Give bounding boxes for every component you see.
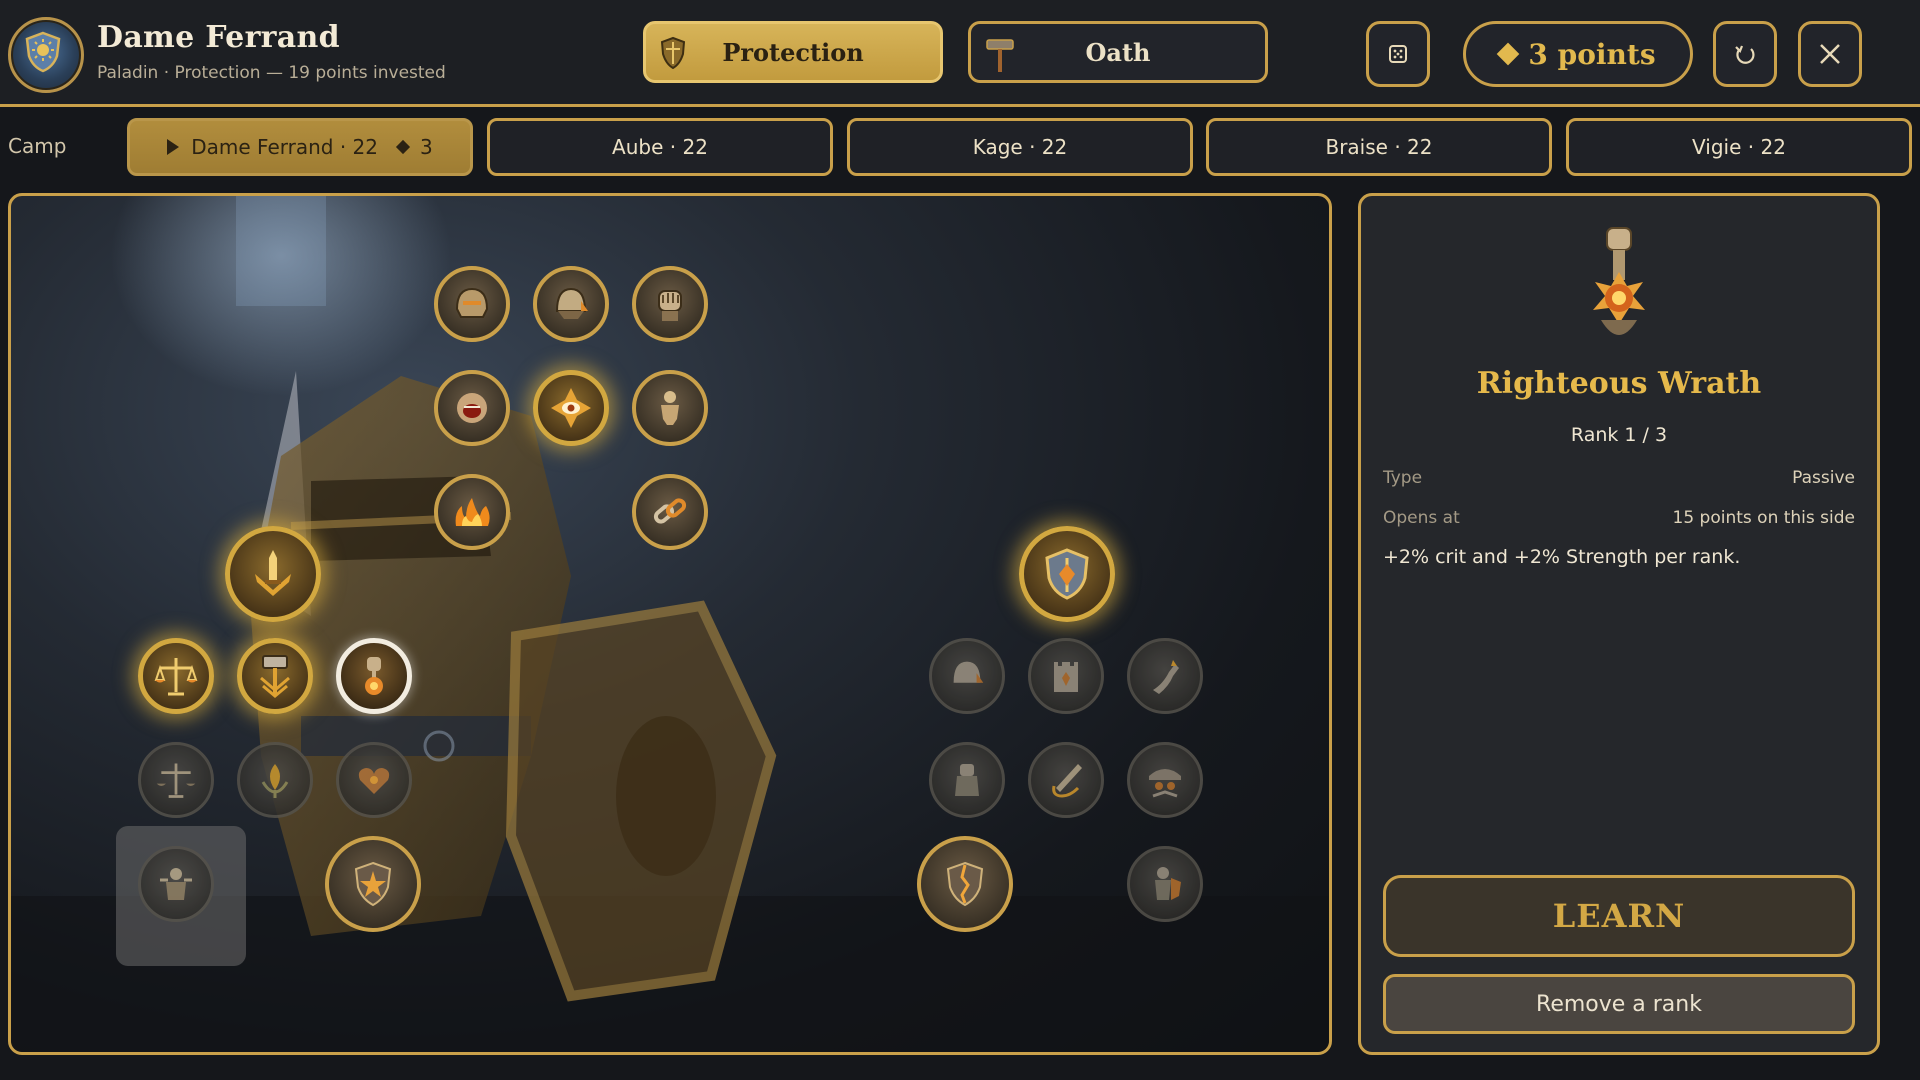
type-value: Passive [1792, 468, 1855, 488]
reset-button[interactable] [1713, 21, 1777, 87]
warrior-icon [1155, 867, 1181, 900]
available-points: 3 points [1463, 21, 1693, 87]
talent-node-stone-fist[interactable] [929, 742, 1005, 818]
shield-star-icon [354, 861, 392, 907]
point-diamond-icon [395, 139, 411, 155]
close-button[interactable] [1798, 21, 1862, 87]
fist-icon [1593, 227, 1645, 335]
camp-label: Camp [8, 134, 67, 158]
leaf-icon [261, 764, 289, 798]
fist-icon [365, 657, 383, 695]
eye-icon [551, 388, 591, 428]
helmet-icon [555, 287, 588, 319]
talent-node-chains[interactable] [632, 474, 708, 550]
character-crest [8, 17, 84, 93]
sun-shield-icon [25, 31, 61, 73]
top-bar: Dame Ferrand Paladin · Protection — 19 p… [0, 0, 1920, 107]
points-label: 3 points [1528, 37, 1656, 71]
talent-description: +2% crit and +2% Strength per rank. [1383, 546, 1741, 568]
talent-node-aegis[interactable] [1019, 526, 1115, 622]
scales-icon [156, 763, 196, 798]
talent-node-stalwart[interactable] [1127, 846, 1203, 922]
talent-node-vigilant-eye[interactable] [533, 370, 609, 446]
helm-icon [455, 287, 489, 318]
figure-icon [661, 391, 679, 425]
talent-node-bulwark-body[interactable] [632, 370, 708, 446]
hammer-icon [260, 655, 290, 698]
talent-node-rising-arm[interactable] [1127, 638, 1203, 714]
talent-node-hammer-blessing[interactable] [237, 638, 313, 714]
gauntlet-icon [658, 290, 682, 321]
randomize-button[interactable] [1366, 21, 1430, 87]
chain-icon [653, 498, 687, 524]
shield-icon [660, 36, 686, 70]
talent-node-radiant-sword[interactable] [225, 526, 321, 622]
talent-node-balance-2[interactable] [138, 742, 214, 818]
tower-icon [1054, 662, 1078, 692]
helmet-icon [953, 661, 984, 683]
opens-at-label: Opens at [1383, 508, 1460, 528]
party-member-name: Kage · 22 [972, 135, 1068, 159]
tab-protection[interactable]: Protection [643, 21, 943, 83]
talent-node-visor[interactable] [929, 638, 1005, 714]
party-member-kage[interactable]: Kage · 22 [847, 118, 1193, 176]
party-member-name: Aube · 22 [612, 135, 708, 159]
talent-node-sprout[interactable] [237, 742, 313, 818]
heart-icon [358, 768, 390, 794]
opens-at-value: 15 points on this side [1672, 508, 1855, 528]
talent-node-guardian[interactable] [138, 846, 214, 922]
party-member-aube[interactable]: Aube · 22 [487, 118, 833, 176]
talent-node-tower[interactable] [1028, 638, 1104, 714]
group-icon [1149, 769, 1181, 798]
party-member-name: Vigie · 22 [1692, 135, 1786, 159]
scales-icon [154, 658, 198, 696]
talent-detail-panel: Righteous Wrath Rank 1 / 3 Type Passive … [1358, 193, 1880, 1055]
learn-button[interactable]: LEARN [1383, 875, 1855, 957]
blade-icon [1052, 764, 1082, 798]
character-subtitle: Paladin · Protection — 19 points investe… [97, 63, 446, 83]
party-member-points: 3 [420, 135, 433, 159]
tab-oath[interactable]: Oath [968, 21, 1268, 83]
shout-icon [457, 393, 487, 423]
shield-icon [1045, 548, 1089, 600]
party-member-braise[interactable]: Braise · 22 [1206, 118, 1552, 176]
talent-node-burning-heart[interactable] [336, 742, 412, 818]
party-member-name: Braise · 22 [1325, 135, 1433, 159]
play-icon [167, 139, 180, 155]
talent-node-gauntlet[interactable] [632, 266, 708, 342]
character-name: Dame Ferrand [97, 20, 340, 55]
talent-node-helm-crest[interactable] [434, 266, 510, 342]
arm-icon [1153, 660, 1179, 694]
close-icon [1820, 44, 1840, 64]
remove-rank-button[interactable]: Remove a rank [1383, 974, 1855, 1034]
party-member-vigie[interactable]: Vigie · 22 [1566, 118, 1912, 176]
cracked-shield-icon [946, 861, 984, 907]
dice-icon [1389, 45, 1407, 63]
party-member-dame-ferrand[interactable]: Dame Ferrand · 22 3 [127, 118, 473, 176]
talent-node-balance[interactable] [138, 638, 214, 714]
talent-node-blade-sweep[interactable] [1028, 742, 1104, 818]
talent-node-shattered-shield[interactable] [917, 836, 1013, 932]
talent-node-war-cry[interactable] [434, 370, 510, 446]
talent-node-star-shield[interactable] [325, 836, 421, 932]
undo-icon [1735, 45, 1755, 64]
talent-node-righteous-wrath[interactable] [336, 638, 412, 714]
tab-protection-label: Protection [722, 37, 864, 67]
hammer-icon [986, 39, 1014, 72]
point-diamond-icon [1497, 42, 1520, 66]
talent-tree-panel [8, 193, 1332, 1055]
talent-node-cover[interactable] [1127, 742, 1203, 818]
talent-rank: Rank 1 / 3 [1570, 424, 1668, 446]
flames-icon [455, 498, 490, 526]
talent-node-sacred-fire[interactable] [434, 474, 510, 550]
talent-node-steel-helm[interactable] [533, 266, 609, 342]
party-member-name: Dame Ferrand · 22 [191, 135, 379, 159]
type-label: Type [1383, 468, 1423, 488]
knight-icon [160, 868, 192, 900]
sword-icon [255, 550, 291, 596]
fist-icon [955, 764, 979, 796]
talent-title: Righteous Wrath [1476, 366, 1762, 401]
tab-oath-label: Oath [1085, 37, 1151, 67]
